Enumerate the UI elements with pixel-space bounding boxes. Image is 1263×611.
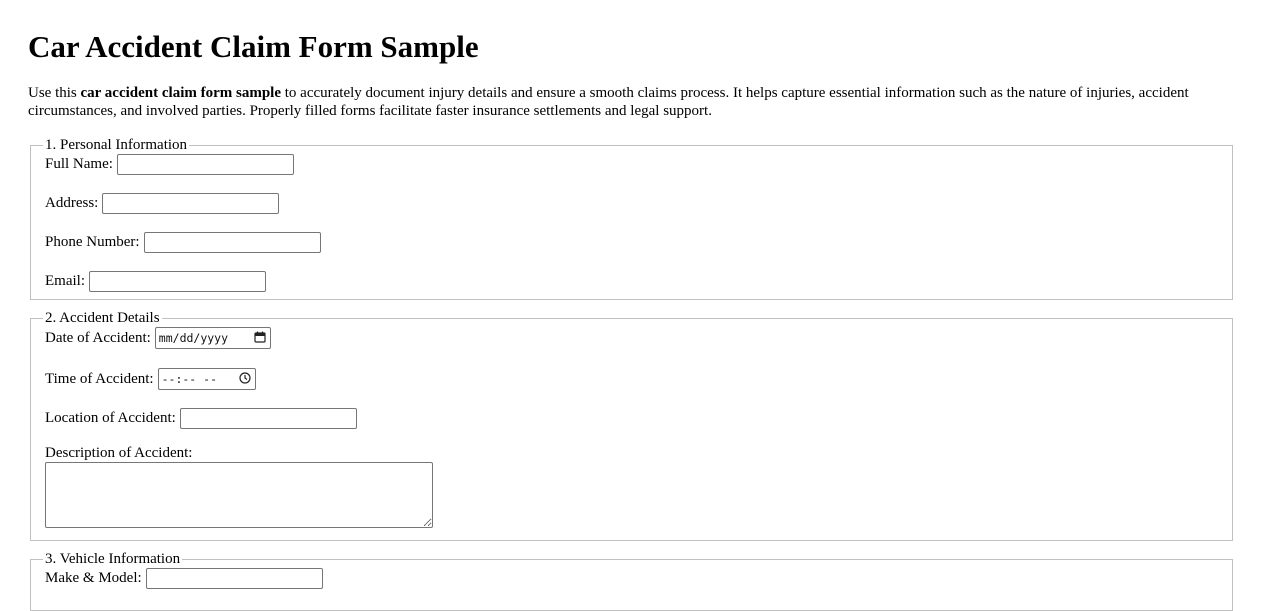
time-row: Time of Accident: --:-- -- [45,367,1218,391]
date-label: Date of Accident: [45,329,151,346]
date-row: Date of Accident: mm/dd/yyyy [45,326,1218,350]
vehicle-information-section: 3. Vehicle Information Make & Model: [30,551,1233,611]
date-placeholder: mm/dd/yyyy [158,331,229,345]
description-textarea[interactable] [45,462,433,528]
address-label: Address: [45,194,99,211]
phone-label: Phone Number: [45,233,140,250]
address-row: Address: [45,192,1218,214]
make-model-label: Make & Model: [45,569,142,586]
location-input[interactable] [179,407,357,429]
intro-bold: car accident claim form sample [80,85,282,101]
email-label: Email: [45,272,85,289]
personal-information-legend: 1. Personal Information [45,137,188,153]
location-row: Location of Accident: [45,407,1218,429]
time-label: Time of Accident: [45,370,154,387]
full-name-input[interactable] [116,153,294,175]
address-input[interactable] [102,192,280,214]
phone-row: Phone Number: [45,231,1218,253]
full-name-row: Full Name: [45,153,1218,175]
time-input[interactable]: --:-- -- [157,368,256,390]
page-title: Car Accident Claim Form Sample [28,29,479,64]
page: Car Accident Claim Form Sample Use this … [0,0,1263,611]
calendar-icon[interactable] [254,331,266,346]
location-label: Location of Accident: [45,409,176,426]
date-input[interactable]: mm/dd/yyyy [154,327,271,349]
email-input[interactable] [89,270,266,292]
phone-input[interactable] [143,231,321,253]
intro-prefix: Use this [28,85,81,101]
description-block: Description of Accident: [45,445,1218,528]
clock-icon[interactable] [239,371,251,387]
accident-details-legend: 2. Accident Details [45,310,160,326]
email-row: Email: [45,270,1218,292]
description-label: Description of Accident: [45,445,193,461]
full-name-label: Full Name: [45,155,113,172]
vehicle-information-legend: 3. Vehicle Information [45,551,181,567]
make-model-row: Make & Model: [45,567,1218,589]
accident-details-section: 2. Accident Details Date of Accident: mm… [30,310,1233,541]
make-model-input[interactable] [145,567,323,589]
personal-information-section: 1. Personal Information Full Name: Addre… [30,137,1233,300]
time-placeholder: --:-- -- [161,372,217,386]
intro-paragraph: Use this car accident claim form sample … [28,84,1228,120]
